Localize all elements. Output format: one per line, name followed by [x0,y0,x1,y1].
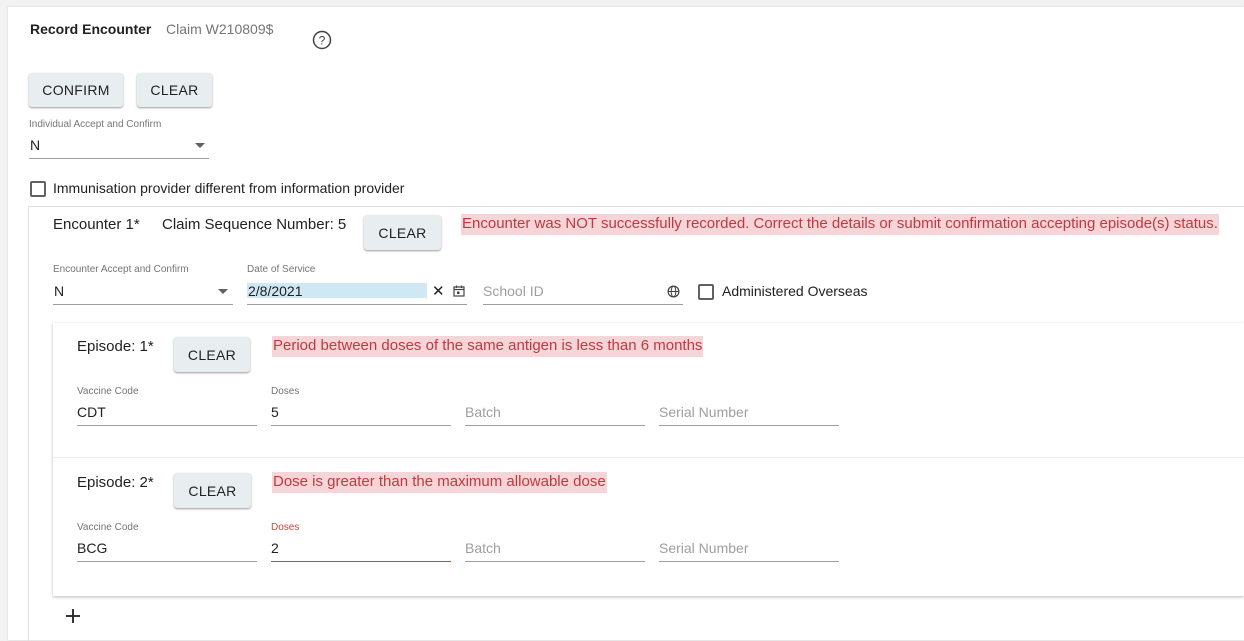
episode-1-title: Episode: 1* [77,338,154,355]
episode-2-doses-input[interactable]: 2 [271,540,279,556]
episode-1-doses-input[interactable]: 5 [271,404,279,420]
episode-2-batch-input[interactable]: Batch [465,540,501,556]
doses-label-error: Doses [271,522,300,533]
clear-date-icon[interactable]: ✕ [432,282,445,300]
globe-icon[interactable] [667,285,680,298]
episode-2-clear-button[interactable]: CLEAR [174,473,251,508]
school-id-input[interactable]: School ID [483,283,544,299]
individual-accept-select[interactable]: N [30,137,40,153]
encounter-error-message: Encounter was NOT successfully recorded.… [461,214,1219,235]
claim-sequence-number: Claim Sequence Number: 5 [162,216,347,233]
episode-1-vaccine-code-input[interactable]: CDT [77,404,106,420]
immunisation-provider-checkbox[interactable] [30,181,46,197]
confirm-button[interactable]: CONFIRM [29,73,123,107]
encounter-title: Encounter 1* [53,216,140,233]
episode-1-serial-number-input[interactable]: Serial Number [659,404,748,420]
date-of-service-input[interactable]: 2/8/2021 [248,283,303,299]
chevron-down-icon[interactable] [218,289,228,294]
vaccine-code-label: Vaccine Code [77,386,139,397]
episode-1-clear-button[interactable]: CLEAR [174,337,250,372]
svg-text:?: ? [319,34,326,48]
calendar-icon[interactable] [453,285,465,297]
help-circle-icon[interactable]: ? [312,30,332,50]
add-episode-plus-icon[interactable] [65,608,81,624]
episode-2-title: Episode: 2* [77,474,154,491]
administered-overseas-checkbox[interactable] [698,284,714,300]
vaccine-code-label: Vaccine Code [77,522,139,533]
encounter-clear-button[interactable]: CLEAR [364,215,441,250]
encounter-accept-label: Encounter Accept and Confirm [53,264,189,275]
chevron-down-icon[interactable] [195,143,205,148]
page-title: Record Encounter [30,21,152,37]
clear-button[interactable]: CLEAR [137,73,212,107]
episode-1-batch-input[interactable]: Batch [465,404,501,420]
episode-2-serial-number-input[interactable]: Serial Number [659,540,748,556]
episode-1-error-message: Period between doses of the same antigen… [272,336,704,357]
date-of-service-label: Date of Service [247,264,316,275]
immunisation-provider-label: Immunisation provider different from inf… [53,180,405,196]
individual-accept-label: Individual Accept and Confirm [29,119,162,130]
episode-2-error-message: Dose is greater than the maximum allowab… [272,472,607,493]
doses-label: Doses [271,386,300,397]
encounter-accept-select[interactable]: N [54,283,64,299]
episode-2-vaccine-code-input[interactable]: BCG [77,540,107,556]
claim-number: Claim W210809$ [166,21,274,37]
administered-overseas-label: Administered Overseas [722,283,868,299]
